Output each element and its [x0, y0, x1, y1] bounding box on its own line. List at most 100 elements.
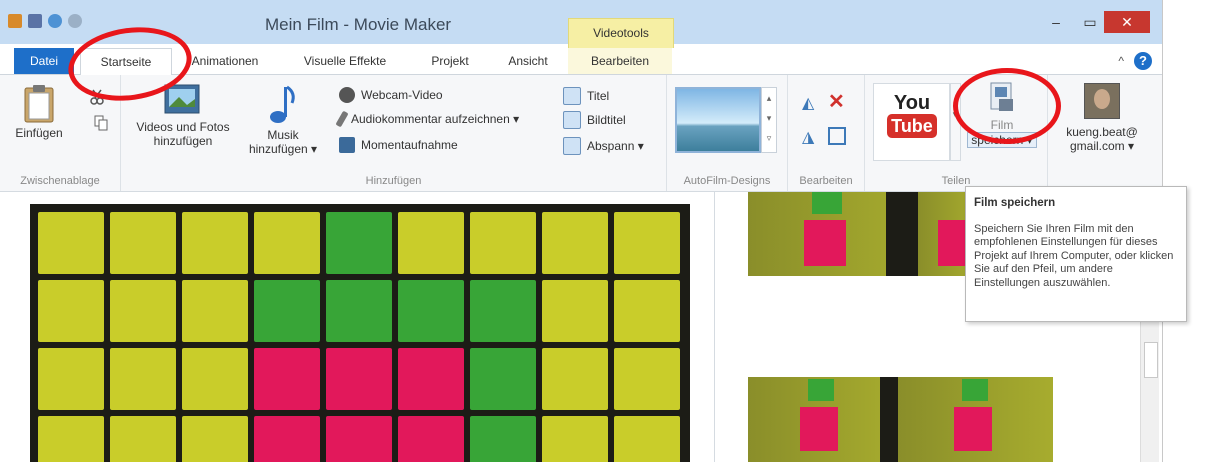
add-videos-label-2: hinzufügen	[153, 134, 213, 148]
credits-button[interactable]: Abspann ▾	[563, 137, 644, 155]
sticky-note	[398, 416, 464, 462]
ribbon-tab-bar: Datei Startseite Animationen Visuelle Ef…	[0, 48, 1162, 76]
sticky-note	[542, 212, 608, 274]
snapshot-icon	[339, 137, 355, 153]
share-gallery-more[interactable]: ▾	[949, 83, 961, 161]
clip-thumbnail[interactable]	[898, 377, 1053, 462]
collapse-ribbon-button[interactable]: ^	[1118, 54, 1124, 68]
group-label-zwischenablage: Zwischenablage	[20, 175, 100, 187]
sticky-note	[470, 348, 536, 410]
undo-icon[interactable]	[48, 14, 62, 28]
sticky-note	[326, 280, 392, 342]
sticky-note	[38, 416, 104, 462]
tab-datei[interactable]: Datei	[14, 48, 74, 74]
app-icon	[8, 14, 22, 28]
video-preview[interactable]	[30, 204, 690, 462]
autofilm-gallery-scroller[interactable]: ▴ ▾ ▿	[761, 87, 777, 153]
group-teilen: You Tube ▾ Film speichern ▾ Teilen	[865, 75, 1048, 191]
record-narration-button[interactable]: Audiokommentar aufzeichnen ▾	[335, 110, 519, 128]
save-movie-button[interactable]: Film speichern ▾	[961, 81, 1043, 148]
save-movie-label-2: speichern ▾	[967, 132, 1037, 148]
music-note-icon	[270, 85, 295, 123]
add-videos-icon	[164, 84, 200, 114]
redo-icon[interactable]	[68, 14, 82, 28]
minimize-button[interactable]: –	[1042, 11, 1070, 33]
tab-ansicht[interactable]: Ansicht	[498, 48, 558, 74]
sticky-note	[254, 280, 320, 342]
group-hinzufuegen: Videos und Fotos hinzufügen Musik hinzuf…	[121, 75, 667, 191]
clip-thumbnail[interactable]	[748, 377, 898, 462]
select-all-icon[interactable]	[828, 127, 846, 145]
caption-icon	[563, 111, 581, 129]
tab-startseite[interactable]: Startseite	[80, 48, 172, 76]
sticky-note	[398, 212, 464, 274]
group-label-autofilm-designs: AutoFilm-Designs	[683, 175, 771, 187]
account-button[interactable]: kueng.beat@ gmail.com ▾	[1052, 83, 1152, 153]
tab-visuelle-effekte[interactable]: Visuelle Effekte	[290, 48, 400, 74]
sticky-note	[110, 280, 176, 342]
sticky-note	[614, 280, 680, 342]
sticky-note	[614, 212, 680, 274]
sticky-note	[398, 280, 464, 342]
account-avatar-icon	[1084, 83, 1120, 119]
sticky-note	[542, 348, 608, 410]
sticky-note	[110, 416, 176, 462]
sticky-note	[470, 280, 536, 342]
quick-access-toolbar	[8, 14, 82, 28]
sticky-note	[326, 416, 392, 462]
sticky-note	[110, 212, 176, 274]
paste-label: Einfügen	[15, 126, 63, 140]
webcam-icon	[339, 87, 355, 103]
group-autofilm-designs: ▴ ▾ ▿ AutoFilm-Designs	[667, 75, 788, 191]
sticky-note	[182, 416, 248, 462]
rotate-left-icon[interactable]: ◭	[802, 93, 814, 113]
save-icon[interactable]	[28, 14, 42, 28]
preview-pane	[0, 192, 715, 462]
caption-button[interactable]: Bildtitel	[563, 111, 626, 129]
cut-button[interactable]	[90, 89, 104, 110]
sticky-note	[38, 280, 104, 342]
sticky-note	[38, 348, 104, 410]
copy-icon	[94, 115, 108, 131]
sticky-note	[254, 348, 320, 410]
webcam-video-button[interactable]: Webcam-Video	[339, 87, 443, 103]
save-movie-label-1: Film	[990, 118, 1014, 132]
ribbon: Einfügen Zwischenablage Videos und Fotos…	[0, 75, 1162, 192]
sticky-note	[398, 348, 464, 410]
tab-bearbeiten[interactable]: Bearbeiten	[568, 48, 672, 74]
tab-projekt[interactable]: Projekt	[420, 48, 480, 74]
snapshot-button[interactable]: Momentaufnahme	[339, 137, 458, 153]
maximize-button[interactable]: ▭	[1076, 11, 1104, 33]
title-label: Titel	[587, 89, 610, 103]
rotate-right-icon[interactable]: ◮	[802, 127, 814, 147]
credits-label: Abspann ▾	[587, 139, 644, 153]
sticky-note	[542, 280, 608, 342]
ribbon-help-controls: ^ ?	[1118, 52, 1152, 70]
add-music-button[interactable]: Musik hinzufügen ▾	[245, 83, 321, 156]
close-button[interactable]: ✕	[1104, 11, 1150, 33]
paste-button[interactable]: Einfügen	[14, 83, 64, 140]
copy-button[interactable]	[94, 115, 108, 136]
caption-label: Bildtitel	[587, 113, 626, 127]
youtube-button[interactable]: You Tube	[873, 83, 951, 161]
sticky-note	[470, 416, 536, 462]
window-title: Mein Film - Movie Maker	[265, 15, 452, 34]
remove-icon[interactable]: ✕	[828, 89, 845, 114]
group-bearbeiten: ◭ ✕ ◮ Bearbeiten	[788, 75, 865, 191]
help-icon[interactable]: ?	[1134, 52, 1152, 70]
scrollbar-thumb[interactable]	[1144, 342, 1158, 378]
youtube-icon: You Tube	[886, 92, 938, 138]
paste-icon	[24, 85, 54, 123]
sticky-note	[326, 212, 392, 274]
sticky-note	[254, 212, 320, 274]
sticky-note	[542, 416, 608, 462]
autofilm-theme-thumbnail[interactable]	[675, 87, 761, 153]
tab-animationen[interactable]: Animationen	[180, 48, 270, 74]
clip-thumbnail[interactable]	[748, 192, 918, 276]
add-videos-photos-button[interactable]: Videos und Fotos hinzufügen	[127, 83, 239, 148]
credits-icon	[563, 137, 581, 155]
sticky-note	[182, 280, 248, 342]
title-button[interactable]: Titel	[563, 87, 609, 105]
sticky-note	[182, 212, 248, 274]
sticky-note	[110, 348, 176, 410]
